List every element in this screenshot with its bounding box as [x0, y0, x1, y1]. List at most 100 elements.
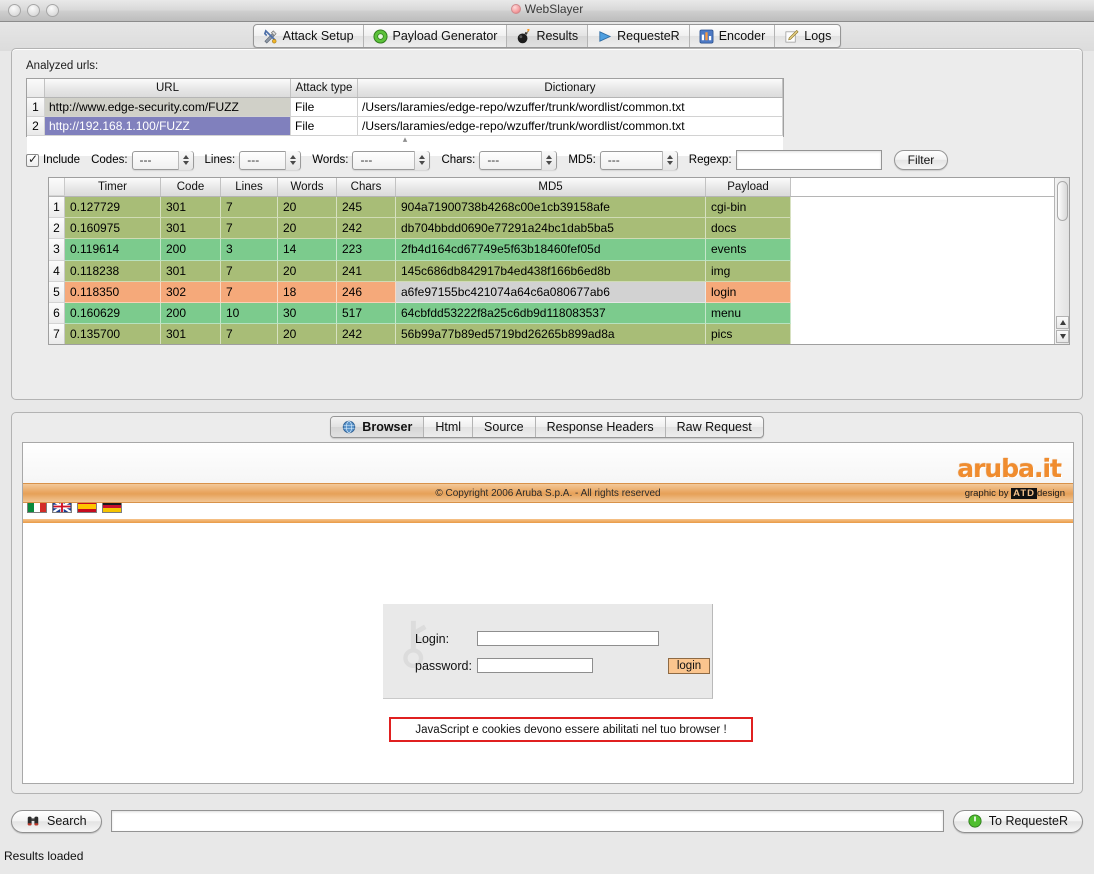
green-gear-icon [372, 28, 388, 44]
column-header-code[interactable]: Code [161, 178, 221, 196]
login-submit-button[interactable]: login [668, 658, 710, 674]
chars-select[interactable]: --- [479, 150, 558, 170]
cell-md5: 904a71900738b4268c00e1cb39158afe [396, 197, 706, 219]
response-tabbar-zone: Browser Html Source Response Headers Raw… [12, 416, 1082, 438]
table-row[interactable]: 3 0.119614 200 3 14 223 2fb4d164cd67749e5f63b1… [49, 239, 1054, 261]
include-checkbox[interactable] [26, 152, 39, 167]
tab-payload-generator[interactable]: Payload Generator [364, 25, 508, 47]
stepper-arrows-icon[interactable] [177, 150, 193, 170]
column-header-payload[interactable]: Payload [706, 178, 791, 196]
cell-filler [791, 281, 1054, 303]
cell-code: 200 [161, 302, 221, 325]
tab-browser[interactable]: Browser [331, 417, 425, 437]
analyzed-urls-label: Analyzed urls: [26, 60, 99, 72]
pencil-note-icon [784, 29, 799, 44]
stepper-arrows-icon[interactable] [285, 150, 301, 170]
results-scrollbar[interactable] [1054, 178, 1069, 344]
tab-source[interactable]: Source [473, 417, 536, 437]
tab-label: Source [484, 420, 524, 434]
stepper-arrows-icon[interactable] [414, 150, 430, 170]
tab-raw-request[interactable]: Raw Request [666, 417, 763, 437]
app-icon [510, 4, 521, 14]
window-title: WebSlayer [524, 2, 584, 16]
column-header-attack-type[interactable]: Attack type [291, 79, 358, 97]
lines-value: --- [247, 153, 260, 167]
response-tabbar: Browser Html Source Response Headers Raw… [330, 416, 764, 438]
tab-encoder[interactable]: Encoder [690, 25, 776, 47]
results-table[interactable]: Timer Code Lines Words Chars MD5 Payload… [48, 177, 1070, 345]
graphic-credit-prefix: graphic by [964, 487, 1012, 499]
cell-code: 302 [161, 281, 221, 303]
table-row[interactable]: 1 0.127729 301 7 20 245 904a71900738b4268c00e1… [49, 197, 1054, 219]
table-row[interactable]: 4 0.118238 301 7 20 241 145c686db842917b4ed438… [49, 260, 1054, 282]
tab-label: Browser [362, 420, 413, 434]
login-input[interactable] [477, 631, 659, 646]
cell-words: 18 [278, 281, 337, 303]
column-header-words[interactable]: Words [278, 178, 337, 196]
cell-attack-type: File [291, 98, 358, 116]
green-power-icon [968, 813, 983, 829]
table-row[interactable]: 1 http://www.edge-security.com/FUZZ File… [27, 98, 783, 117]
aruba-logo[interactable]: aruba.it [957, 454, 1062, 483]
tab-results[interactable]: Results [507, 25, 589, 47]
results-table-body: Timer Code Lines Words Chars MD5 Payload… [49, 178, 1054, 344]
scrollbar-thumb[interactable] [1057, 181, 1068, 221]
cell-dictionary: /Users/laramies/edge-repo/wzuffer/trunk/… [358, 98, 783, 116]
scroll-up-button[interactable] [1056, 316, 1069, 329]
codes-select[interactable]: --- [131, 150, 194, 170]
scroll-down-button[interactable] [1056, 330, 1069, 343]
search-input[interactable] [110, 810, 944, 832]
search-button[interactable]: Search [11, 809, 102, 833]
to-requester-button[interactable]: To RequesteR [952, 809, 1083, 833]
tab-label: Raw Request [676, 420, 752, 434]
bottom-toolbar: Search To RequesteR [11, 806, 1083, 836]
cell-dictionary: /Users/laramies/edge-repo/wzuffer/trunk/… [358, 117, 783, 135]
search-button-label: Search [47, 814, 87, 828]
row-index: 1 [27, 98, 45, 116]
cell-chars: 242 [337, 324, 396, 344]
words-select[interactable]: --- [352, 150, 431, 170]
codes-label: Codes: [91, 154, 128, 166]
column-header-dictionary[interactable]: Dictionary [358, 79, 783, 97]
row-index: 2 [49, 218, 65, 240]
row-index: 2 [27, 117, 45, 135]
column-header-url[interactable]: URL [45, 79, 291, 97]
splitter-handle[interactable]: ▴ [27, 134, 783, 145]
column-header-md5[interactable]: MD5 [396, 178, 706, 196]
tab-attack-setup[interactable]: Attack Setup [254, 25, 364, 47]
table-row[interactable]: 7 0.135700 301 7 20 242 56b99a77b89ed5719bd262… [49, 324, 1054, 344]
column-header-timer[interactable]: Timer [65, 178, 161, 196]
lines-select[interactable]: --- [239, 150, 302, 170]
chars-label: Chars: [441, 154, 476, 166]
column-header-chars[interactable]: Chars [337, 178, 396, 196]
row-index: 4 [49, 260, 65, 282]
tab-requester[interactable]: RequesteR [588, 25, 690, 47]
cell-payload: menu [706, 302, 791, 325]
regexp-input[interactable] [735, 150, 882, 170]
cell-payload: events [706, 239, 791, 261]
stepper-arrows-icon[interactable] [661, 150, 677, 170]
row-index: 5 [49, 281, 65, 303]
stepper-arrows-icon[interactable] [541, 150, 557, 170]
cell-payload: docs [706, 218, 791, 240]
password-input[interactable] [477, 658, 593, 673]
column-header-lines[interactable]: Lines [221, 178, 278, 196]
analyzed-urls-table[interactable]: URL Attack type Dictionary 1 http://www.… [26, 78, 784, 156]
lines-label: Lines: [204, 154, 236, 166]
table-row[interactable]: 2 0.160975 301 7 20 242 db704bbdd0690e77291a24… [49, 218, 1054, 240]
browser-viewport[interactable]: aruba.it ⚷ Login: password: login JavaSc… [22, 442, 1074, 784]
tab-logs[interactable]: Logs [775, 25, 840, 47]
analyzed-urls-header: URL Attack type Dictionary [27, 79, 783, 98]
tab-response-headers[interactable]: Response Headers [536, 417, 666, 437]
login-label: Login: [415, 631, 450, 646]
table-row[interactable]: 6 0.160629 200 10 30 517 64cbfdd53222f8a25c6db… [49, 302, 1054, 325]
cell-md5: 2fb4d164cd67749e5f63b18460fef05d [396, 239, 706, 261]
cell-timer: 0.160629 [65, 302, 161, 325]
filter-button[interactable]: Filter [893, 150, 949, 170]
cell-md5: a6fe97155bc421074a64c6a080677ab6 [396, 281, 706, 303]
cell-timer: 0.118238 [65, 260, 161, 282]
cell-words: 20 [278, 218, 337, 240]
table-row[interactable]: 5 0.118350 302 7 18 246 a6fe97155bc421074a64c6… [49, 281, 1054, 303]
md5-select[interactable]: --- [599, 150, 678, 170]
tab-html[interactable]: Html [424, 417, 474, 437]
